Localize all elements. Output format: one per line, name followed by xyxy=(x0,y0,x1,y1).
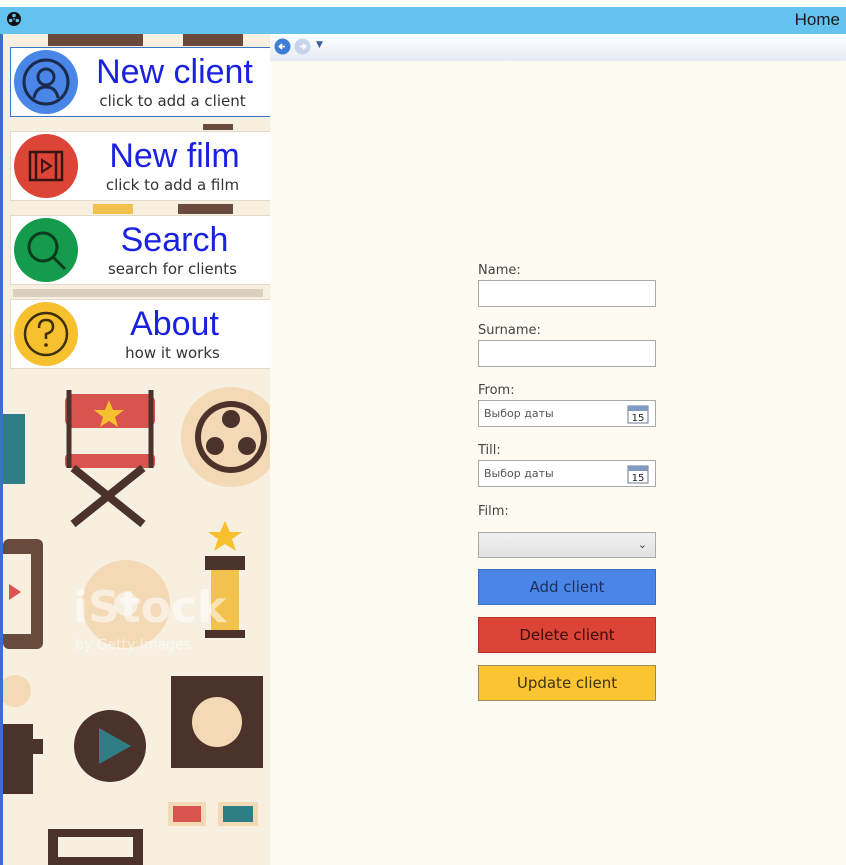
menu-new-film-subtitle: click to add a film xyxy=(105,176,240,194)
film-icon xyxy=(14,134,78,198)
menu-new-film[interactable]: New film click to add a film xyxy=(10,131,270,201)
back-arrow-icon[interactable] xyxy=(274,38,291,55)
name-label: Name: xyxy=(478,263,521,278)
watermark: iStock xyxy=(73,582,227,633)
from-date-placeholder: Выбор даты xyxy=(484,407,554,420)
film-reel-icon xyxy=(7,12,21,26)
user-icon xyxy=(14,50,78,114)
menu-search-subtitle: search for clients xyxy=(107,260,237,278)
navigation-bar: ▼ xyxy=(270,34,846,62)
delete-client-button[interactable]: Delete client xyxy=(478,617,656,653)
update-client-button[interactable]: Update client xyxy=(478,665,656,701)
watermark-subtitle: by Getty Images xyxy=(75,637,191,653)
menu-new-client-subtitle: click to add a client xyxy=(99,92,246,110)
menu-about-subtitle: how it works xyxy=(125,344,220,362)
from-label: From: xyxy=(478,383,515,398)
forward-arrow-icon[interactable] xyxy=(294,38,311,55)
from-date-picker[interactable]: Выбор даты 15 xyxy=(478,400,656,427)
menu-new-client-title: New client xyxy=(96,53,253,91)
till-calendar-day: 15 xyxy=(632,473,645,484)
search-icon xyxy=(14,218,78,282)
surname-input[interactable] xyxy=(478,340,656,367)
question-icon xyxy=(14,302,78,366)
calendar-icon[interactable]: 15 xyxy=(627,464,649,484)
menu-search-title: Search xyxy=(120,221,229,259)
chevron-down-icon: ⌄ xyxy=(637,538,647,551)
film-select[interactable]: ⌄ xyxy=(478,532,656,558)
menu-new-client[interactable]: New client click to add a client xyxy=(10,47,270,117)
chevron-down-icon[interactable]: ▼ xyxy=(316,40,323,50)
add-client-button[interactable]: Add client xyxy=(478,569,656,605)
title-bar: Home xyxy=(0,0,846,34)
till-date-picker[interactable]: Выбор даты 15 xyxy=(478,460,656,487)
calendar-icon[interactable]: 15 xyxy=(627,404,649,424)
surname-label: Surname: xyxy=(478,323,541,338)
till-date-placeholder: Выбор даты xyxy=(484,467,554,480)
film-label: Film: xyxy=(478,504,509,519)
menu-search[interactable]: Search search for clients xyxy=(10,215,270,285)
window-title: Home xyxy=(794,10,840,29)
menu-new-film-title: New film xyxy=(109,137,240,175)
sidebar: iStock by Getty Images New client click … xyxy=(0,34,270,865)
client-form: Name: Surname: From: Выбор даты 15 Till:… xyxy=(270,61,846,865)
menu-about-title: About xyxy=(130,305,219,343)
from-calendar-day: 15 xyxy=(632,413,645,424)
menu-about[interactable]: About how it works xyxy=(10,299,270,369)
name-input[interactable] xyxy=(478,280,656,307)
till-label: Till: xyxy=(478,443,501,458)
